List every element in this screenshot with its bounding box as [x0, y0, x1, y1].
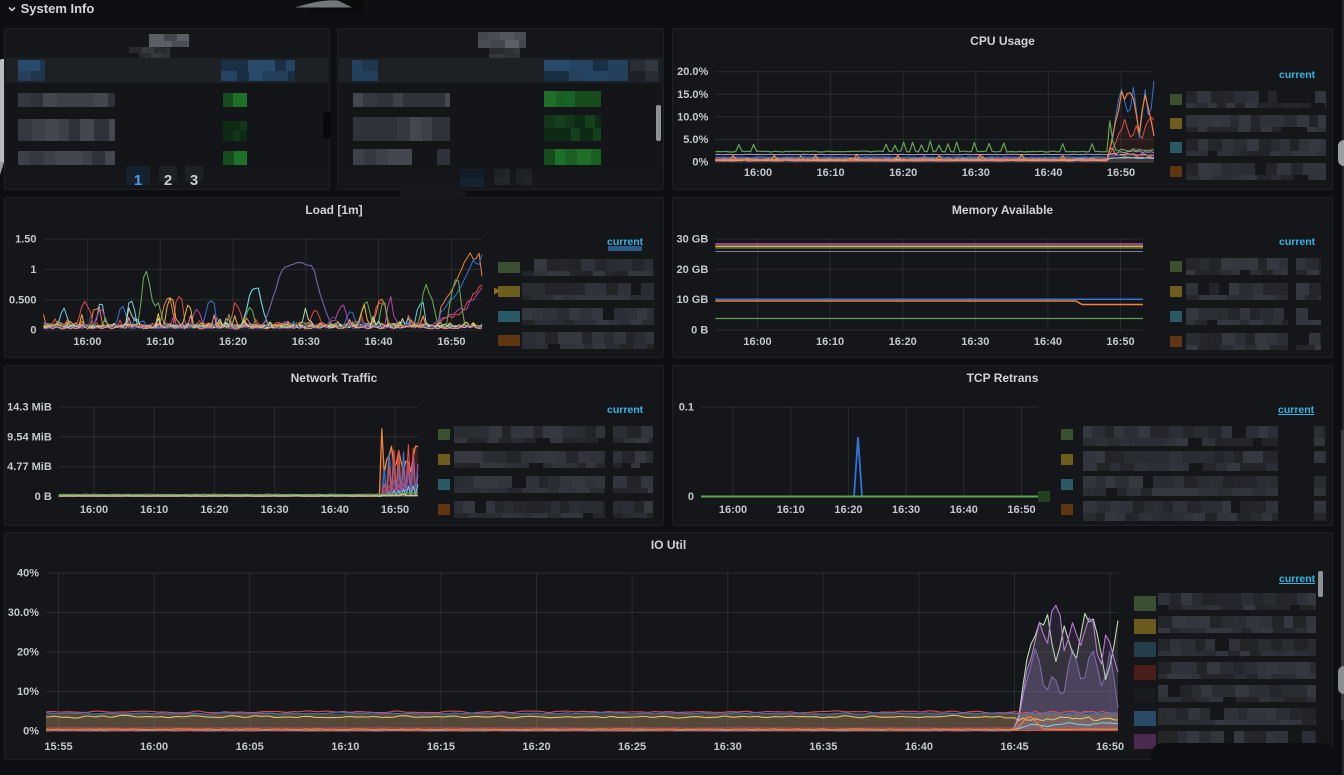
svg-text:16:50: 16:50: [1106, 336, 1134, 348]
svg-text:16:00: 16:00: [743, 336, 771, 348]
svg-text:1: 1: [30, 264, 36, 276]
svg-text:16:00: 16:00: [744, 167, 772, 179]
svg-text:0.500: 0.500: [9, 294, 37, 306]
svg-text:16:10: 16:10: [816, 336, 844, 348]
svg-text:16:40: 16:40: [1034, 336, 1062, 348]
svg-text:16:40: 16:40: [1034, 167, 1062, 179]
svg-text:0: 0: [688, 491, 694, 503]
svg-text:16:40: 16:40: [950, 504, 978, 516]
svg-text:16:30: 16:30: [292, 336, 320, 348]
svg-text:15:55: 15:55: [44, 741, 72, 753]
svg-text:16:25: 16:25: [618, 741, 646, 753]
svg-text:16:20: 16:20: [522, 741, 550, 753]
svg-text:20.0%: 20.0%: [677, 66, 708, 78]
svg-text:16:10: 16:10: [140, 504, 168, 516]
svg-text:20 GB: 20 GB: [677, 264, 709, 276]
svg-text:16:10: 16:10: [817, 167, 845, 179]
svg-text:14.3 MiB: 14.3 MiB: [7, 402, 52, 414]
svg-text:9.54 MiB: 9.54 MiB: [7, 431, 52, 443]
svg-text:16:40: 16:40: [365, 336, 393, 348]
svg-text:10 GB: 10 GB: [677, 294, 709, 306]
svg-text:1.50: 1.50: [15, 234, 36, 246]
svg-text:16:45: 16:45: [1000, 741, 1028, 753]
svg-text:16:30: 16:30: [261, 504, 289, 516]
svg-text:16:15: 16:15: [427, 741, 455, 753]
svg-text:16:30: 16:30: [962, 167, 990, 179]
svg-text:16:35: 16:35: [809, 741, 837, 753]
svg-text:16:50: 16:50: [1107, 167, 1135, 179]
svg-text:16:20: 16:20: [219, 336, 247, 348]
svg-text:16:20: 16:20: [889, 336, 917, 348]
svg-text:1: 1: [134, 172, 142, 189]
svg-text:20%: 20%: [17, 647, 39, 659]
svg-text:15.0%: 15.0%: [677, 89, 708, 101]
svg-text:30.0%: 30.0%: [8, 607, 39, 619]
svg-text:16:20: 16:20: [200, 504, 228, 516]
svg-text:16:40: 16:40: [321, 504, 349, 516]
svg-text:0 B: 0 B: [35, 491, 52, 503]
svg-text:4.77 MiB: 4.77 MiB: [7, 461, 52, 473]
svg-text:16:10: 16:10: [146, 336, 174, 348]
svg-text:0%: 0%: [23, 726, 39, 738]
svg-text:0 B: 0 B: [691, 325, 708, 337]
svg-text:3: 3: [190, 172, 198, 189]
svg-text:16:00: 16:00: [719, 504, 747, 516]
svg-text:16:50: 16:50: [1007, 504, 1035, 516]
svg-text:16:00: 16:00: [80, 504, 108, 516]
svg-text:16:30: 16:30: [892, 504, 920, 516]
svg-text:0: 0: [30, 325, 36, 337]
svg-text:0%: 0%: [692, 157, 708, 169]
svg-text:10%: 10%: [17, 686, 39, 698]
svg-text:16:50: 16:50: [381, 504, 409, 516]
svg-text:16:05: 16:05: [236, 741, 264, 753]
svg-text:16:00: 16:00: [140, 741, 168, 753]
svg-text:5.0%: 5.0%: [683, 134, 708, 146]
svg-text:2: 2: [164, 172, 172, 189]
svg-text:16:00: 16:00: [73, 336, 101, 348]
svg-text:16:20: 16:20: [834, 504, 862, 516]
svg-text:16:20: 16:20: [889, 167, 917, 179]
svg-text:16:30: 16:30: [961, 336, 989, 348]
svg-text:10.0%: 10.0%: [677, 111, 708, 123]
svg-text:0.1: 0.1: [679, 402, 694, 414]
svg-text:16:10: 16:10: [777, 504, 805, 516]
svg-text:40%: 40%: [17, 568, 39, 580]
svg-text:16:50: 16:50: [1096, 741, 1124, 753]
svg-text:30 GB: 30 GB: [677, 234, 709, 246]
svg-text:16:30: 16:30: [714, 741, 742, 753]
svg-text:16:40: 16:40: [905, 741, 933, 753]
svg-text:16:10: 16:10: [331, 741, 359, 753]
svg-text:16:50: 16:50: [437, 336, 465, 348]
